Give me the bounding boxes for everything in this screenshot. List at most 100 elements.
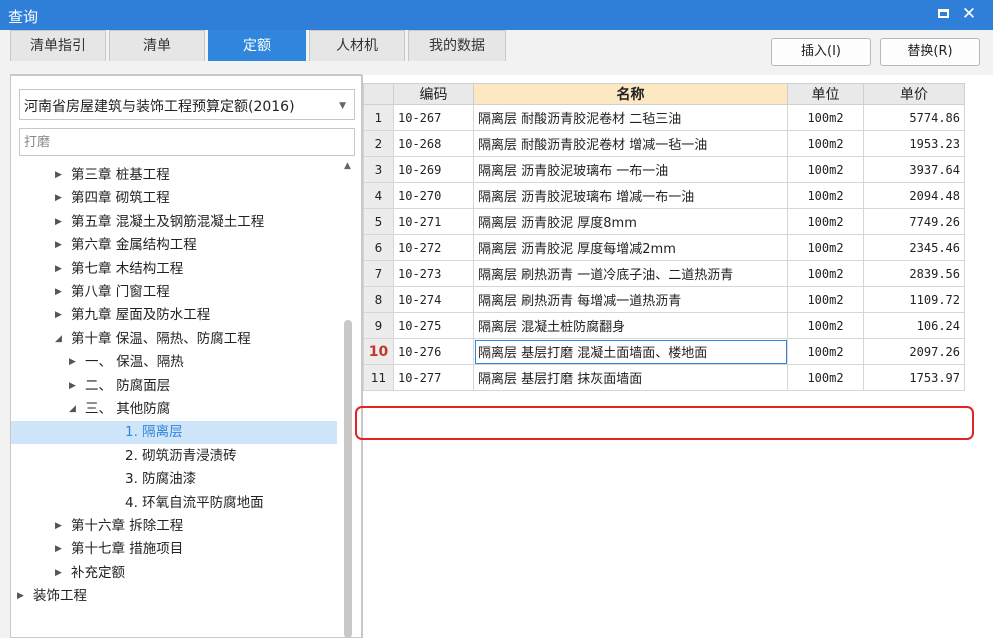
name-cell[interactable]: 隔离层 耐酸沥青胶泥卷材 二毡三油 [473,104,788,131]
table-row[interactable]: 7 10-273 隔离层 刷热沥青 一道冷底子油、二道热沥青 100m2 2839.56 [363,260,965,287]
row-number-cell[interactable]: 11 [363,364,394,391]
expanded-triangle-icon[interactable]: ◢ [69,398,76,421]
tree-item[interactable]: ▶ 第七章 木结构工程 [11,258,337,281]
table-row[interactable]: 6 10-272 隔离层 沥青胶泥 厚度每增减2mm 100m2 2345.46 [363,234,965,261]
search-field[interactable] [19,128,355,156]
table-row[interactable]: 11 10-277 隔离层 基层打磨 抹灰面墙面 100m2 1753.97 [363,364,965,391]
name-column-header[interactable]: 名称 [473,83,788,105]
quota-library-select[interactable]: 河南省房屋建筑与装饰工程预算定额(2016) ▼ [19,89,355,120]
code-cell[interactable]: 10-277 [393,364,474,391]
price-cell[interactable]: 1953.23 [863,130,965,157]
tree-item[interactable]: 3. 防腐油漆 [11,468,337,491]
table-row[interactable]: 5 10-271 隔离层 沥青胶泥 厚度8mm 100m2 7749.26 [363,208,965,235]
tree-item[interactable]: 4. 环氧自流平防腐地面 [11,492,337,515]
tree-item[interactable]: ▶ 第八章 门窗工程 [11,281,337,304]
collapsed-triangle-icon[interactable]: ▶ [55,187,62,210]
code-cell[interactable]: 10-269 [393,156,474,183]
name-cell[interactable]: 隔离层 沥青胶泥玻璃布 一布一油 [473,156,788,183]
tab-labor-material-machine[interactable]: 人材机 [309,30,405,61]
name-cell[interactable]: 隔离层 基层打磨 混凝土面墙面、楼地面 [473,338,788,365]
code-cell[interactable]: 10-273 [393,260,474,287]
row-number-cell[interactable]: 4 [363,182,394,209]
collapsed-triangle-icon[interactable]: ▶ [55,304,62,327]
unit-cell[interactable]: 100m2 [787,182,864,209]
collapsed-triangle-icon[interactable]: ▶ [69,375,76,398]
row-number-cell[interactable]: 9 [363,312,394,339]
name-cell[interactable]: 隔离层 沥青胶泥 厚度每增减2mm [473,234,788,261]
code-cell[interactable]: 10-270 [393,182,474,209]
tree-item[interactable]: ▶ 第九章 屋面及防水工程 [11,304,337,327]
tab-list-guide[interactable]: 清单指引 [10,30,106,61]
code-cell[interactable]: 10-268 [393,130,474,157]
row-number-cell[interactable]: 2 [363,130,394,157]
maximize-icon[interactable] [935,5,953,23]
table-row[interactable]: 1 10-267 隔离层 耐酸沥青胶泥卷材 二毡三油 100m2 5774.86 [363,104,965,131]
collapsed-triangle-icon[interactable]: ▶ [55,515,62,538]
expanded-triangle-icon[interactable]: ◢ [55,328,62,351]
code-cell[interactable]: 10-276 [393,338,474,365]
code-column-header[interactable]: 编码 [393,83,474,105]
unit-cell[interactable]: 100m2 [787,234,864,261]
unit-cell[interactable]: 100m2 [787,286,864,313]
tree-item[interactable]: ▶ 第三章 桩基工程 [11,164,337,187]
name-cell[interactable]: 隔离层 沥青胶泥玻璃布 增减一布一油 [473,182,788,209]
collapsed-triangle-icon[interactable]: ▶ [55,258,62,281]
unit-cell[interactable]: 100m2 [787,364,864,391]
replace-button[interactable]: 替换(R) [880,38,980,66]
unit-cell[interactable]: 100m2 [787,260,864,287]
code-cell[interactable]: 10-267 [393,104,474,131]
tab-list[interactable]: 清单 [109,30,205,61]
tree-item[interactable]: ▶ 第六章 金属结构工程 [11,234,337,257]
name-cell[interactable]: 隔离层 耐酸沥青胶泥卷材 增减一毡一油 [473,130,788,157]
chevron-down-icon[interactable]: ▼ [339,101,346,111]
unit-cell[interactable]: 100m2 [787,156,864,183]
name-cell[interactable]: 隔离层 基层打磨 抹灰面墙面 [473,364,788,391]
table-row[interactable]: 10 10-276 隔离层 基层打磨 混凝土面墙面、楼地面 100m2 2097.26 [363,338,965,365]
tree-item[interactable]: ▶ 二、 防腐面层 [11,375,337,398]
row-number-cell[interactable]: 5 [363,208,394,235]
price-cell[interactable]: 1109.72 [863,286,965,313]
price-cell[interactable]: 3937.64 [863,156,965,183]
collapsed-triangle-icon[interactable]: ▶ [69,351,76,374]
tree-item[interactable]: ◢ 三、 其他防腐 [11,398,337,421]
scrollbar-thumb[interactable] [344,320,352,638]
row-number-cell[interactable]: 7 [363,260,394,287]
unit-cell[interactable]: 100m2 [787,312,864,339]
tab-my-data[interactable]: 我的数据 [408,30,506,61]
table-row[interactable]: 4 10-270 隔离层 沥青胶泥玻璃布 增减一布一油 100m2 2094.48 [363,182,965,209]
close-icon[interactable]: ✕ [960,5,978,23]
tree-item[interactable]: 2. 砌筑沥青浸渍砖 [11,445,337,468]
price-cell[interactable]: 2094.48 [863,182,965,209]
tree-scrollbar[interactable]: ▲ [341,157,355,638]
tree-item[interactable]: ▶ 装饰工程 [11,585,337,608]
unit-cell[interactable]: 100m2 [787,104,864,131]
tree-item[interactable]: ▶ 补充定额 [11,562,337,585]
row-number-cell[interactable]: 3 [363,156,394,183]
tree-item[interactable]: ▶ 第十七章 措施项目 [11,538,337,561]
price-cell[interactable]: 2345.46 [863,234,965,261]
table-row[interactable]: 8 10-274 隔离层 刷热沥青 每增减一道热沥青 100m2 1109.72 [363,286,965,313]
collapsed-triangle-icon[interactable]: ▶ [55,281,62,304]
search-input[interactable] [20,129,354,155]
tree-item[interactable]: ◢ 第十章 保温、隔热、防腐工程 [11,328,337,351]
collapsed-triangle-icon[interactable]: ▶ [55,164,62,187]
collapsed-triangle-icon[interactable]: ▶ [55,538,62,561]
price-cell[interactable]: 2097.26 [863,338,965,365]
table-row[interactable]: 2 10-268 隔离层 耐酸沥青胶泥卷材 增减一毡一油 100m2 1953.23 [363,130,965,157]
row-number-cell[interactable]: 10 [363,338,394,365]
price-cell[interactable]: 5774.86 [863,104,965,131]
scroll-up-icon[interactable]: ▲ [344,161,351,171]
name-cell[interactable]: 隔离层 沥青胶泥 厚度8mm [473,208,788,235]
row-number-cell[interactable]: 1 [363,104,394,131]
price-cell[interactable]: 7749.26 [863,208,965,235]
tree-item[interactable]: ▶ 一、 保温、隔热 [11,351,337,374]
unit-cell[interactable]: 100m2 [787,338,864,365]
name-cell[interactable]: 隔离层 刷热沥青 每增减一道热沥青 [473,286,788,313]
price-cell[interactable]: 106.24 [863,312,965,339]
code-cell[interactable]: 10-274 [393,286,474,313]
table-row[interactable]: 3 10-269 隔离层 沥青胶泥玻璃布 一布一油 100m2 3937.64 [363,156,965,183]
collapsed-triangle-icon[interactable]: ▶ [55,234,62,257]
tree-item[interactable]: ▶ 第五章 混凝土及钢筋混凝土工程 [11,211,337,234]
tab-quota[interactable]: 定额 [208,30,306,61]
collapsed-triangle-icon[interactable]: ▶ [17,585,24,608]
